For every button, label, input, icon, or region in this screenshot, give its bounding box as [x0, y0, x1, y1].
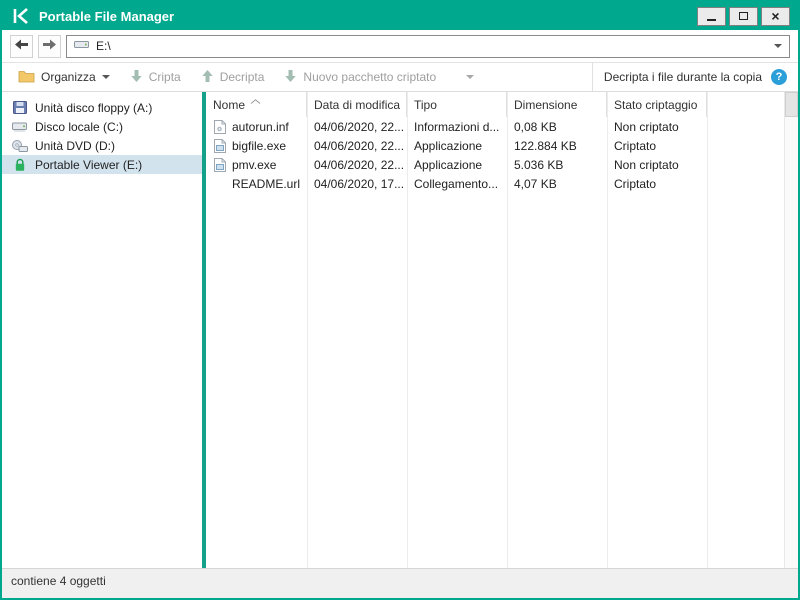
sidebar-item-portable-e[interactable]: Portable Viewer (E:): [2, 155, 202, 174]
chevron-down-icon[interactable]: [774, 44, 782, 48]
close-icon: ×: [771, 9, 779, 23]
file-name: autorun.inf: [232, 120, 289, 134]
column-header-label: Dimensione: [514, 98, 577, 112]
encrypt-arrow-icon: [130, 69, 143, 86]
chevron-down-icon: [102, 75, 110, 79]
organizza-button[interactable]: Organizza: [8, 63, 120, 91]
help-icon[interactable]: ?: [771, 69, 787, 85]
file-encryption-status: Non criptato: [607, 120, 707, 134]
decripta-label: Decripta: [220, 70, 265, 84]
sidebar-item-floppy-a[interactable]: Unità disco floppy (A:): [2, 98, 202, 117]
file-encryption-status: Non criptato: [607, 158, 707, 172]
exe-file-icon: [213, 158, 226, 172]
forward-button[interactable]: [38, 35, 61, 58]
sidebar-item-label: Disco locale (C:): [35, 120, 123, 134]
file-list-panel: Nome Data di modifica Tipo Dimensione St…: [206, 92, 798, 568]
decripta-button[interactable]: Decripta: [191, 63, 275, 91]
maximize-icon: [739, 12, 748, 20]
column-header-stato-criptaggio[interactable]: Stato criptaggio: [607, 92, 707, 117]
file-type: Collegamento...: [407, 177, 507, 191]
chevron-down-icon[interactable]: [466, 75, 474, 79]
file-row-readme[interactable]: README.url 04/06/2020, 17... Collegament…: [206, 174, 798, 193]
column-header-label: Nome: [213, 98, 245, 112]
file-modified: 04/06/2020, 17...: [307, 177, 407, 191]
file-size: 122.884 KB: [507, 139, 607, 153]
toolbar: Organizza Cripta Decripta Nuovo pacchett…: [2, 62, 798, 92]
address-text: E:\: [96, 39, 767, 53]
column-header-nome[interactable]: Nome: [206, 92, 307, 117]
file-size: 4,07 KB: [507, 177, 607, 191]
column-header-data-di-modifica[interactable]: Data di modifica: [307, 92, 407, 117]
maximize-button[interactable]: [729, 7, 758, 26]
cripta-button[interactable]: Cripta: [120, 63, 191, 91]
nuovo-pacchetto-label: Nuovo pacchetto criptato: [303, 70, 436, 84]
file-name: bigfile.exe: [232, 139, 286, 153]
autorun-file-icon: [213, 120, 226, 134]
sidebar-item-dvd-d[interactable]: Unità DVD (D:): [2, 136, 202, 155]
column-header-tipo[interactable]: Tipo: [407, 92, 507, 117]
sidebar-item-label: Unità DVD (D:): [35, 139, 115, 153]
column-header-label: Tipo: [414, 98, 437, 112]
decrypt-arrow-icon: [201, 69, 214, 86]
file-encryption-status: Criptato: [607, 177, 707, 191]
forward-icon: [42, 38, 57, 54]
file-row-autorun[interactable]: autorun.inf 04/06/2020, 22... Informazio…: [206, 117, 798, 136]
sidebar-item-label: Unità disco floppy (A:): [35, 101, 152, 115]
scrollbar-top-box[interactable]: [785, 92, 798, 117]
back-button[interactable]: [10, 35, 33, 58]
content-area: Unità disco floppy (A:) Disco locale (C:…: [2, 92, 798, 568]
copy-option-group: Decripta i file durante la copia ?: [592, 63, 798, 91]
list-header: Nome Data di modifica Tipo Dimensione St…: [206, 92, 798, 117]
drives-sidebar: Unità disco floppy (A:) Disco locale (C:…: [2, 92, 202, 568]
address-bar[interactable]: E:\: [66, 35, 790, 58]
portable-file-manager-window: Portable File Manager × E:\ Organizza: [0, 0, 800, 600]
window-title: Portable File Manager: [39, 9, 174, 24]
sort-asc-icon: [250, 93, 261, 107]
lock-icon: [11, 158, 28, 172]
window-controls: ×: [697, 7, 790, 26]
file-modified: 04/06/2020, 22...: [307, 120, 407, 134]
back-icon: [14, 38, 29, 54]
cripta-label: Cripta: [149, 70, 181, 84]
file-size: 0,08 KB: [507, 120, 607, 134]
close-button[interactable]: ×: [761, 7, 790, 26]
file-name: README.url: [232, 177, 300, 191]
column-header-dimensione[interactable]: Dimensione: [507, 92, 607, 117]
file-row-bigfile[interactable]: bigfile.exe 04/06/2020, 22... Applicazio…: [206, 136, 798, 155]
vertical-scrollbar[interactable]: [784, 92, 798, 568]
package-arrow-icon: [284, 69, 297, 86]
title-bar: Portable File Manager ×: [2, 2, 798, 30]
navigation-bar: E:\: [2, 30, 798, 62]
sidebar-item-label: Portable Viewer (E:): [35, 158, 142, 172]
column-header-label: Stato criptaggio: [614, 98, 697, 112]
file-row-pmv[interactable]: pmv.exe 04/06/2020, 22... Applicazione 5…: [206, 155, 798, 174]
file-modified: 04/06/2020, 22...: [307, 158, 407, 172]
copy-option-label: Decripta i file durante la copia: [604, 70, 762, 84]
nuovo-pacchetto-button[interactable]: Nuovo pacchetto criptato: [274, 63, 484, 91]
file-name: pmv.exe: [232, 158, 276, 172]
minimize-button[interactable]: [697, 7, 726, 26]
column-header-label: Data di modifica: [314, 98, 400, 112]
status-text: contiene 4 oggetti: [11, 574, 106, 588]
file-type: Applicazione: [407, 139, 507, 153]
file-type: Applicazione: [407, 158, 507, 172]
file-type: Informazioni d...: [407, 120, 507, 134]
exe-file-icon: [213, 139, 226, 153]
status-bar: contiene 4 oggetti: [2, 568, 798, 598]
hdd-icon: [11, 121, 28, 132]
floppy-icon: [11, 101, 28, 114]
file-size: 5.036 KB: [507, 158, 607, 172]
drive-icon: [74, 39, 89, 53]
organizza-label: Organizza: [41, 70, 96, 84]
file-encryption-status: Criptato: [607, 139, 707, 153]
sidebar-item-local-c[interactable]: Disco locale (C:): [2, 117, 202, 136]
file-modified: 04/06/2020, 22...: [307, 139, 407, 153]
folder-icon: [18, 69, 35, 86]
kaspersky-logo-icon: [12, 8, 30, 24]
minimize-icon: [707, 19, 716, 21]
dvd-icon: [11, 140, 28, 152]
